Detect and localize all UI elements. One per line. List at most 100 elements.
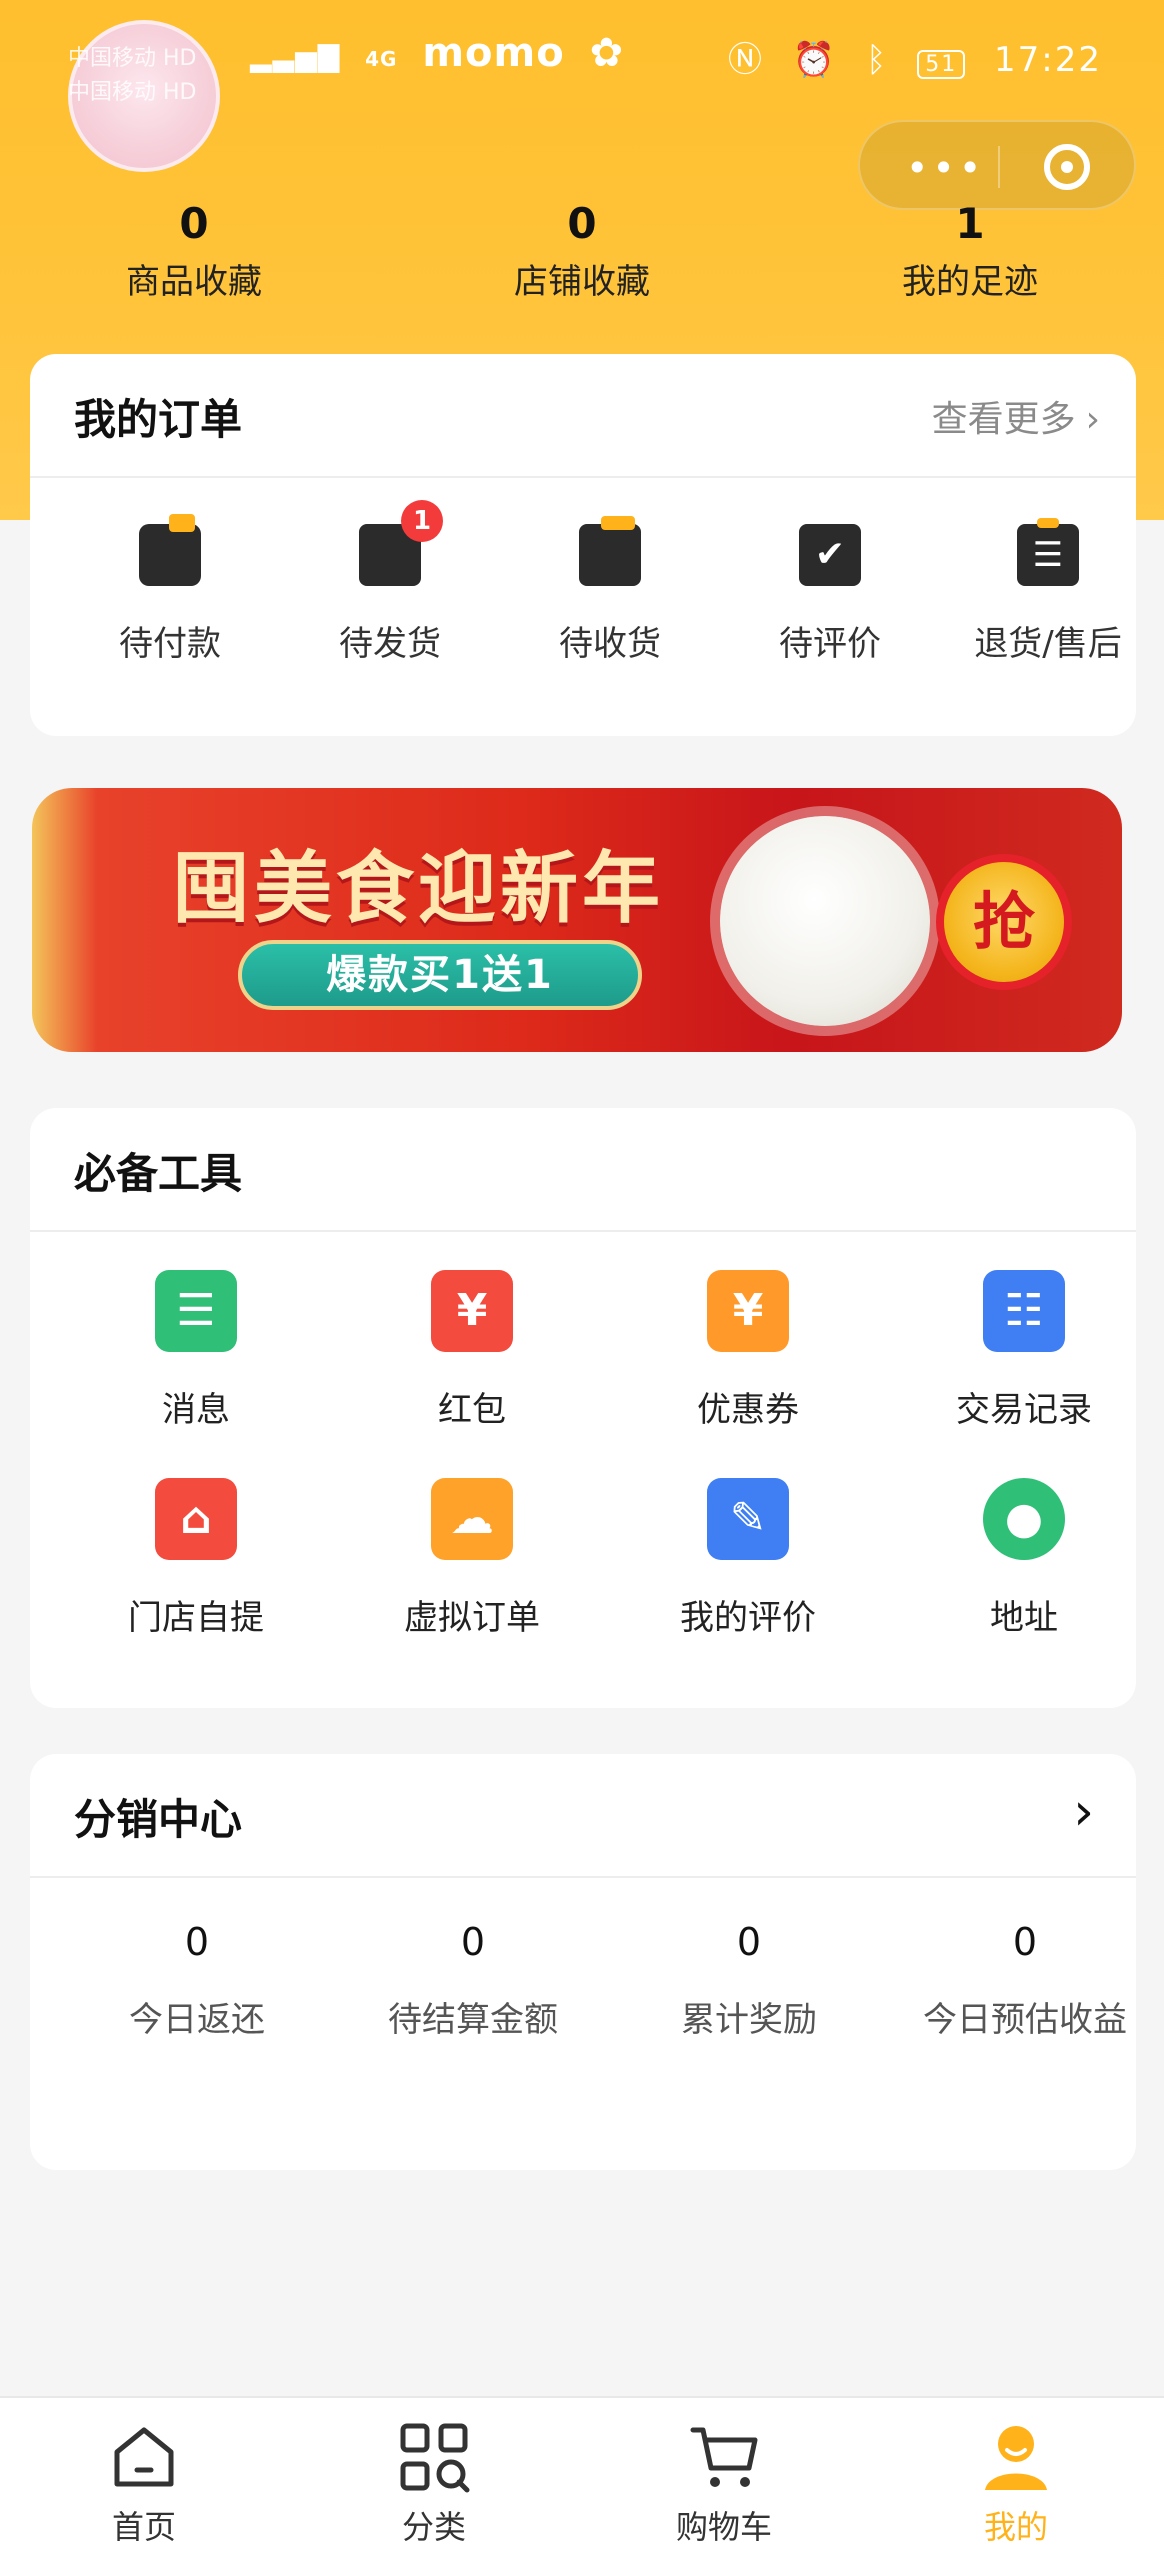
box-icon: 1 bbox=[359, 500, 443, 586]
bottom-tab-bar: 首页 分类 购物车 我的 bbox=[0, 2396, 1164, 2562]
tool-label: 地址 bbox=[990, 1598, 1058, 1638]
tool-red-envelope[interactable]: ¥ 红包 bbox=[342, 1270, 602, 1431]
cart-icon bbox=[687, 2420, 761, 2494]
distribution-pending-settlement[interactable]: 0 待结算金额 bbox=[338, 1914, 608, 2041]
tab-home[interactable]: 首页 bbox=[24, 2420, 264, 2548]
tool-my-reviews[interactable]: ✎ 我的评价 bbox=[618, 1478, 878, 1639]
order-label: 待付款 bbox=[119, 624, 221, 664]
tool-label: 虚拟订单 bbox=[404, 1598, 540, 1638]
order-pending-shipment[interactable]: 1 待发货 bbox=[280, 500, 500, 665]
order-label: 待评价 bbox=[779, 624, 881, 664]
user-icon bbox=[979, 2420, 1053, 2494]
stat-product-favorites[interactable]: 0 商品收藏 bbox=[44, 196, 344, 310]
distribution-value: 0 bbox=[1012, 1920, 1038, 1964]
tab-label: 我的 bbox=[983, 2508, 1048, 2546]
distribution-label: 待结算金额 bbox=[388, 2000, 558, 2040]
stat-value: 0 bbox=[179, 199, 209, 248]
more-options-icon[interactable]: ••• bbox=[906, 146, 985, 190]
tool-label: 我的评价 bbox=[680, 1598, 816, 1638]
banner-title: 囤美食迎新年 bbox=[172, 844, 665, 934]
store-icon: ⌂ bbox=[155, 1478, 237, 1560]
document-icon: ☰ bbox=[1017, 518, 1079, 586]
distribution-label: 今日返还 bbox=[129, 2000, 265, 2040]
calendar-icon: ☷ bbox=[983, 1270, 1065, 1352]
tools-header: 必备工具 bbox=[30, 1108, 1136, 1232]
banner-pill: 爆款买1送1 bbox=[238, 940, 642, 1010]
tool-label: 门店自提 bbox=[128, 1598, 264, 1638]
tab-categories[interactable]: 分类 bbox=[314, 2420, 554, 2548]
tool-label: 交易记录 bbox=[956, 1390, 1092, 1430]
promo-banner[interactable]: 囤美食迎新年 爆款买1送1 抢 bbox=[32, 788, 1122, 1052]
order-pending-review[interactable]: ✔ 待评价 bbox=[720, 514, 940, 665]
grab-button[interactable]: 抢 bbox=[936, 854, 1072, 990]
food-bowl-image bbox=[720, 816, 930, 1026]
distribution-card: 分销中心 › 0 今日返还 0 待结算金额 0 累计奖励 0 今日预估收益 bbox=[30, 1754, 1136, 2170]
status-right: Ⓝ ⏰ ᛒ 51 17:22 bbox=[712, 32, 1102, 81]
stat-label: 我的足迹 bbox=[902, 262, 1038, 302]
clock: 17:22 bbox=[994, 40, 1102, 80]
tools-card: 必备工具 ☰ 消息 ¥ 红包 ¥ 优惠券 ☷ 交易记录 ⌂ 门店自提 ☁ 虚拟订… bbox=[30, 1108, 1136, 1708]
alarm-icon: ⏰ bbox=[792, 40, 838, 80]
tab-label: 首页 bbox=[111, 2508, 176, 2546]
stat-label: 店铺收藏 bbox=[514, 262, 650, 302]
stat-footprints[interactable]: 1 我的足迹 bbox=[820, 196, 1120, 310]
tool-virtual-orders[interactable]: ☁ 虚拟订单 bbox=[342, 1478, 602, 1639]
distribution-header[interactable]: 分销中心 › bbox=[30, 1754, 1136, 1878]
stat-value: 0 bbox=[567, 199, 597, 248]
tool-address[interactable]: ● 地址 bbox=[894, 1478, 1154, 1639]
order-after-sales[interactable]: ☰ 退货/售后 bbox=[938, 518, 1158, 665]
distribution-value: 0 bbox=[736, 1920, 762, 1964]
carrier-1: 中国移动 HD bbox=[68, 46, 197, 71]
orders-title: 我的订单 bbox=[74, 395, 243, 444]
battery-icon: 51 bbox=[917, 50, 966, 79]
wallet-icon bbox=[139, 514, 201, 586]
network-label: 4G bbox=[365, 47, 398, 71]
capsule-divider bbox=[998, 146, 1000, 188]
tab-cart[interactable]: 购物车 bbox=[604, 2420, 844, 2548]
tool-messages[interactable]: ☰ 消息 bbox=[66, 1270, 326, 1431]
stat-label: 商品收藏 bbox=[126, 262, 262, 302]
tool-transactions[interactable]: ☷ 交易记录 bbox=[894, 1270, 1154, 1431]
order-pending-payment[interactable]: 待付款 bbox=[60, 514, 280, 665]
distribution-cumulative-rewards[interactable]: 0 累计奖励 bbox=[614, 1914, 884, 2041]
nfc-icon: Ⓝ bbox=[728, 40, 765, 80]
order-label: 待发货 bbox=[339, 624, 441, 664]
status-bar: 中国移动 HD 中国移动 HD ▂▃▅▇ 4G momo ✿ Ⓝ ⏰ ᛒ 51 … bbox=[0, 0, 1164, 172]
distribution-label: 累计奖励 bbox=[681, 2000, 817, 2040]
tool-label: 红包 bbox=[438, 1390, 506, 1430]
view-more-label: 查看更多 bbox=[931, 399, 1076, 440]
check-icon: ✔ bbox=[799, 514, 861, 586]
wechat-icon: ✿ bbox=[589, 30, 625, 76]
distribution-today-returns[interactable]: 0 今日返还 bbox=[62, 1914, 332, 2041]
chevron-right-icon[interactable]: › bbox=[1073, 1782, 1094, 1842]
grid-search-icon bbox=[397, 2420, 471, 2494]
distribution-value: 0 bbox=[184, 1920, 210, 1964]
notification-badge: 1 bbox=[401, 500, 443, 542]
stat-value: 1 bbox=[955, 199, 985, 248]
tab-label: 分类 bbox=[401, 2508, 466, 2546]
distribution-label: 今日预估收益 bbox=[923, 2000, 1127, 2040]
tool-coupons[interactable]: ¥ 优惠券 bbox=[618, 1270, 878, 1431]
message-icon: ☰ bbox=[155, 1270, 237, 1352]
distribution-estimated-earnings[interactable]: 0 今日预估收益 bbox=[890, 1914, 1160, 2041]
target-icon[interactable] bbox=[1044, 144, 1090, 190]
red-envelope-icon: ¥ bbox=[431, 1270, 513, 1352]
bluetooth-icon: ᛒ bbox=[865, 40, 889, 80]
tab-me[interactable]: 我的 bbox=[896, 2420, 1136, 2548]
signal-icon: ▂▃▅▇ bbox=[250, 40, 341, 73]
stat-store-favorites[interactable]: 0 店铺收藏 bbox=[432, 196, 732, 310]
chevron-right-icon: › bbox=[1085, 399, 1100, 440]
stats-row: 0 商品收藏 0 店铺收藏 1 我的足迹 bbox=[0, 196, 1164, 316]
location-pin-icon: ● bbox=[983, 1478, 1065, 1560]
orders-header: 我的订单 查看更多 › bbox=[30, 354, 1136, 478]
view-more-link[interactable]: 查看更多 › bbox=[932, 390, 1100, 442]
status-app-notification: ▂▃▅▇ 4G momo ✿ bbox=[250, 30, 624, 76]
home-icon bbox=[107, 2420, 181, 2494]
tool-label: 优惠券 bbox=[697, 1390, 799, 1430]
order-pending-receipt[interactable]: 待收货 bbox=[500, 516, 720, 665]
distribution-value: 0 bbox=[460, 1920, 486, 1964]
edit-icon: ✎ bbox=[707, 1478, 789, 1560]
orders-card: 我的订单 查看更多 › 待付款 1 待发货 待收货 ✔ 待评价 ☰ 退货/售后 bbox=[30, 354, 1136, 736]
tools-title: 必备工具 bbox=[74, 1149, 243, 1198]
tool-store-pickup[interactable]: ⌂ 门店自提 bbox=[66, 1478, 326, 1639]
